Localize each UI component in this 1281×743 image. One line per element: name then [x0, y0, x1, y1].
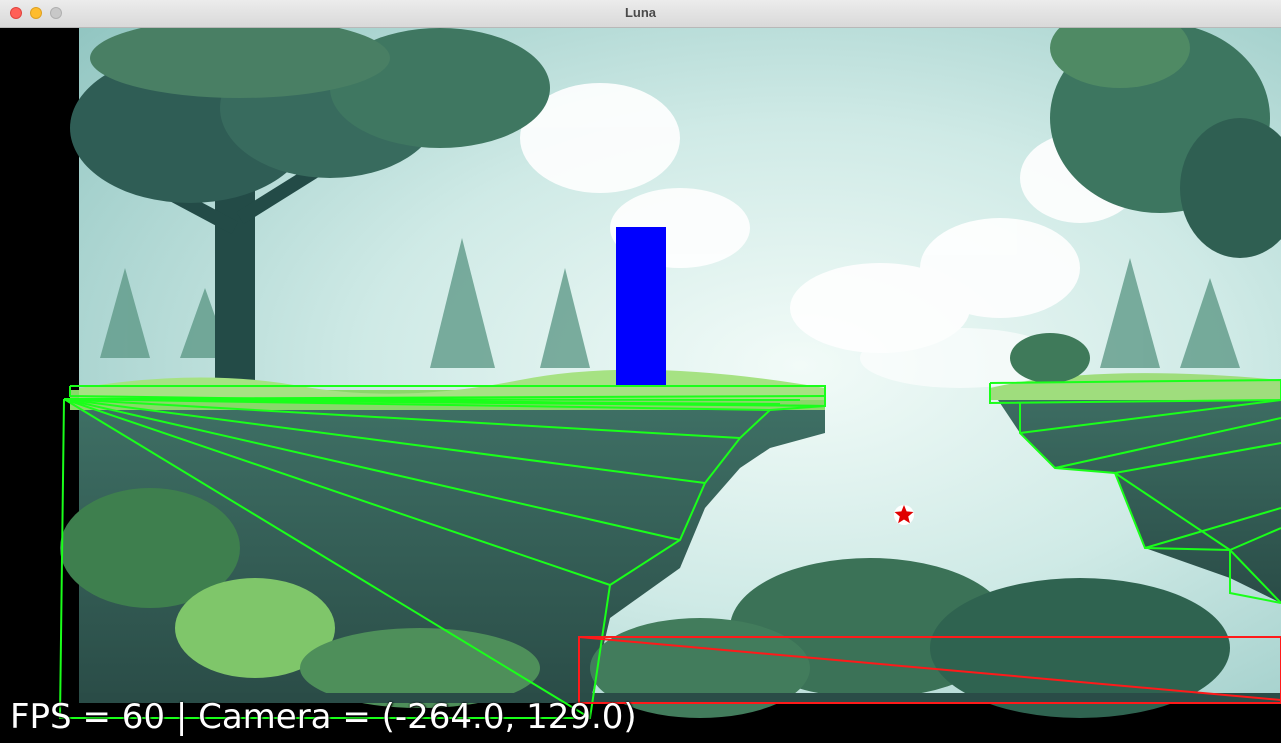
- red-star-icon[interactable]: [894, 505, 914, 525]
- window-title: Luna: [624, 5, 657, 20]
- game-scene: [0, 28, 1281, 743]
- game-viewport[interactable]: FPS = 60 | Camera = (-264.0, 129.0): [0, 28, 1281, 743]
- fps-camera-readout: FPS = 60 | Camera = (-264.0, 129.0): [10, 697, 637, 737]
- left-void: [0, 28, 79, 743]
- window-titlebar[interactable]: Luna: [0, 0, 1281, 28]
- player-sprite[interactable]: [616, 227, 666, 386]
